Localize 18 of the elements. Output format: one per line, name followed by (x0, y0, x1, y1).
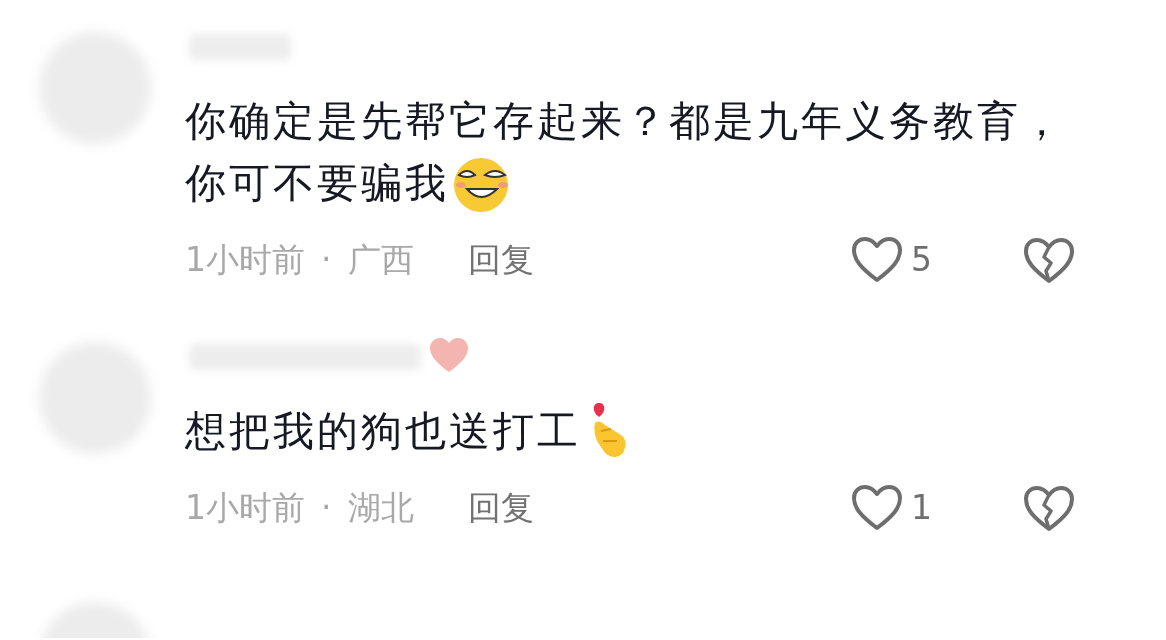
reply-link[interactable]: 回复 (467, 235, 534, 285)
like-count: 5 (911, 239, 932, 282)
comment-time: 1小时前 (185, 239, 305, 282)
comment-location: 广西 (347, 239, 414, 282)
comment-text: 你可不要骗我 (185, 158, 449, 209)
comment-time: 1小时前 (185, 487, 305, 530)
like-count: 1 (911, 487, 932, 530)
broken-heart-icon[interactable] (1023, 237, 1075, 286)
comment-text: 你确定是先帮它存起来？都是九年义务教育， (185, 96, 1065, 147)
heart-badge-icon (429, 338, 469, 374)
comment-location: 湖北 (347, 487, 414, 530)
broken-heart-icon[interactable] (1023, 485, 1075, 534)
comment-text: 想把我的狗也送打工 (185, 406, 581, 457)
like-heart-icon[interactable] (851, 236, 903, 284)
like-heart-icon[interactable] (851, 484, 903, 532)
reply-link[interactable]: 回复 (467, 483, 534, 533)
separator-dot: · (321, 239, 332, 282)
separator-dot: · (321, 487, 332, 530)
